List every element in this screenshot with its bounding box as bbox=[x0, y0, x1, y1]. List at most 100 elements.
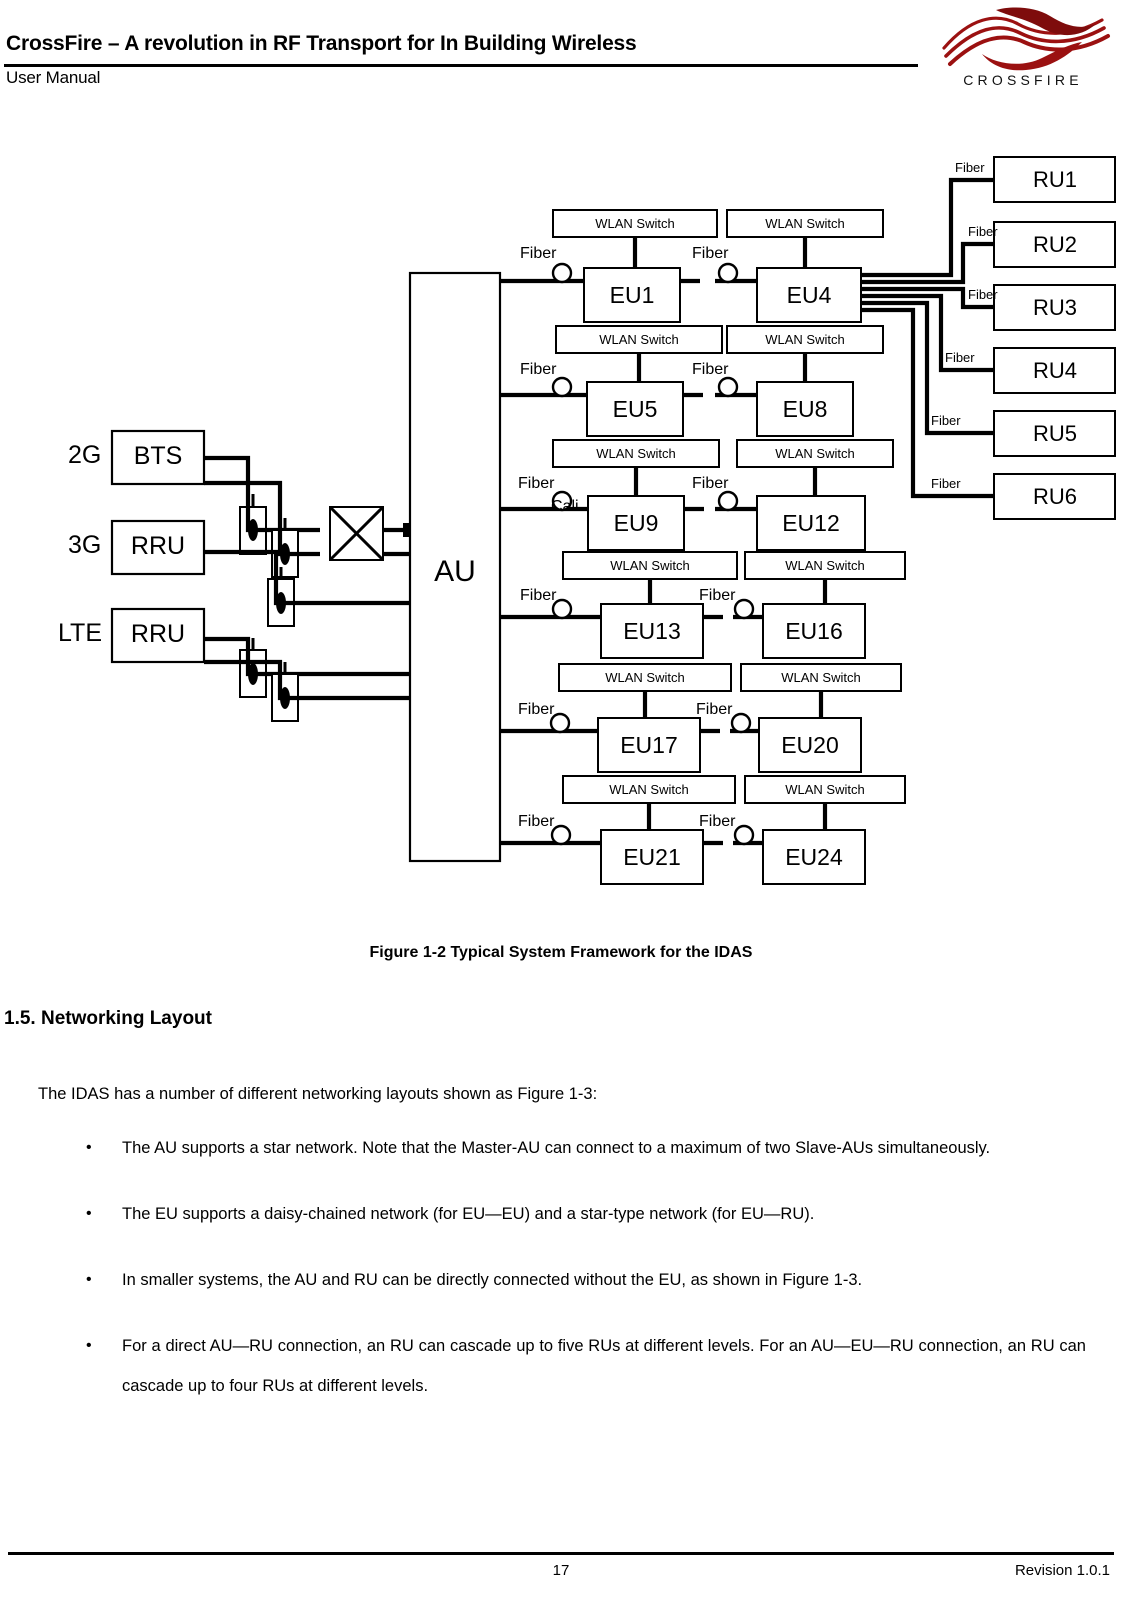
ru3-label: RU3 bbox=[1033, 295, 1077, 320]
logo-wordmark: CROSSFIRE bbox=[963, 72, 1083, 88]
wlan-switch-label: WLAN Switch bbox=[599, 332, 678, 347]
section-heading: 1.5. Networking Layout bbox=[4, 1008, 212, 1029]
page-number: 17 bbox=[552, 1562, 570, 1579]
list-item-text: The EU supports a daisy-chained network … bbox=[122, 1205, 815, 1223]
page-header: CrossFire – A revolution in RF Transport… bbox=[0, 0, 1122, 120]
fiber-label: Fiber bbox=[968, 287, 998, 302]
wlan-switch-label: WLAN Switch bbox=[595, 216, 674, 231]
footer-divider bbox=[8, 1552, 1114, 1555]
fiber-connector-icon bbox=[551, 598, 573, 620]
fiber-connector-icon bbox=[730, 712, 752, 734]
wlan-switch-label: WLAN Switch bbox=[765, 216, 844, 231]
diagram-canvas: .bx { fill:#ffffff; stroke:#000000; stro… bbox=[58, 156, 1116, 885]
fiber-label: Fiber bbox=[692, 245, 729, 262]
header-divider bbox=[4, 64, 918, 67]
bullet-marker-icon: • bbox=[86, 1205, 92, 1222]
ru5-label: RU5 bbox=[1033, 421, 1077, 446]
bullet-list: • The AU supports a star network. Note t… bbox=[86, 1128, 1086, 1432]
eu-row-5: WLAN Switch EU17 Fiber WLAN Switch EU20 … bbox=[500, 663, 902, 773]
fiber-label: Fiber bbox=[518, 813, 555, 830]
rru-3g-label: RRU bbox=[131, 532, 185, 560]
fiber-connector-icon bbox=[717, 262, 739, 284]
stray-text-artifact: Cali bbox=[551, 498, 579, 515]
eu-row-2: WLAN Switch EU5 Fiber WLAN Switch EU8 Fi… bbox=[500, 325, 884, 437]
fiber-connector-icon bbox=[717, 376, 739, 398]
fiber-connector-icon bbox=[733, 598, 755, 620]
fiber-label: Fiber bbox=[968, 224, 998, 239]
eu24-label: EU24 bbox=[785, 844, 843, 870]
wlan-switch-label: WLAN Switch bbox=[785, 782, 864, 797]
eu12-label: EU12 bbox=[782, 510, 840, 536]
ru4-label: RU4 bbox=[1033, 358, 1077, 383]
wlan-switch-label: WLAN Switch bbox=[785, 558, 864, 573]
wlan-switch-label: WLAN Switch bbox=[596, 446, 675, 461]
bullet-marker-icon: • bbox=[86, 1337, 92, 1354]
crossfire-logo: CROSSFIRE bbox=[930, 4, 1116, 100]
wlan-switch-label: WLAN Switch bbox=[775, 446, 854, 461]
eu4-label: EU4 bbox=[787, 282, 832, 308]
fiber-label: Fiber bbox=[692, 361, 729, 378]
source-tech-label-2g: 2G bbox=[68, 441, 101, 469]
ru2-label: RU2 bbox=[1033, 232, 1077, 257]
document-page: CrossFire – A revolution in RF Transport… bbox=[0, 0, 1122, 1608]
au-label: AU bbox=[434, 555, 476, 588]
fiber-label: Fiber bbox=[696, 701, 733, 718]
document-title: CrossFire – A revolution in RF Transport… bbox=[6, 32, 637, 55]
fiber-label: Fiber bbox=[518, 475, 555, 492]
eu20-label: EU20 bbox=[781, 732, 839, 758]
fiber-label: Fiber bbox=[520, 245, 557, 262]
fiber-connector-icon bbox=[550, 824, 572, 846]
list-item-text: In smaller systems, the AU and RU can be… bbox=[122, 1271, 863, 1289]
list-item: • In smaller systems, the AU and RU can … bbox=[86, 1260, 1086, 1300]
fiber-label: Fiber bbox=[955, 160, 985, 175]
eu13-label: EU13 bbox=[623, 618, 681, 644]
fiber-connector-icon bbox=[549, 712, 571, 734]
document-subtitle: User Manual bbox=[6, 68, 101, 87]
bullet-marker-icon: • bbox=[86, 1139, 92, 1156]
list-item: • The EU supports a daisy-chained networ… bbox=[86, 1194, 1086, 1234]
list-item-text: The AU supports a star network. Note tha… bbox=[122, 1139, 991, 1157]
eu-row-1: WLAN Switch EU1 Fiber WLAN Switch EU4 Fi… bbox=[500, 209, 884, 323]
eu21-label: EU21 bbox=[623, 844, 681, 870]
fiber-connector-icon bbox=[551, 376, 573, 398]
fiber-connector-icon bbox=[551, 262, 573, 284]
bullet-marker-icon: • bbox=[86, 1271, 92, 1288]
fiber-label: Fiber bbox=[692, 475, 729, 492]
eu17-label: EU17 bbox=[620, 732, 678, 758]
list-item-text: For a direct AU—RU connection, an RU can… bbox=[122, 1337, 1086, 1395]
eu-row-6: WLAN Switch EU21 Fiber WLAN Switch EU24 … bbox=[500, 775, 906, 885]
wlan-switch-label: WLAN Switch bbox=[605, 670, 684, 685]
intro-paragraph: The IDAS has a number of different netwo… bbox=[38, 1085, 598, 1103]
eu9-label: EU9 bbox=[614, 510, 659, 536]
eu16-label: EU16 bbox=[785, 618, 843, 644]
eu1-label: EU1 bbox=[610, 282, 655, 308]
fiber-connector-icon bbox=[733, 824, 755, 846]
ru1-label: RU1 bbox=[1033, 167, 1077, 192]
list-item: • The AU supports a star network. Note t… bbox=[86, 1128, 1086, 1168]
eu-row-4: WLAN Switch EU13 Fiber WLAN Switch EU16 … bbox=[500, 551, 906, 659]
crossfire-wave-logo-icon bbox=[942, 7, 1110, 71]
fiber-label: Fiber bbox=[699, 587, 736, 604]
fiber-label: Fiber bbox=[518, 701, 555, 718]
eu5-label: EU5 bbox=[613, 396, 658, 422]
fiber-label: Fiber bbox=[931, 413, 961, 428]
revision-label: Revision 1.0.1 bbox=[1014, 1562, 1110, 1579]
list-item: • For a direct AU—RU connection, an RU c… bbox=[86, 1326, 1086, 1406]
source-tech-label-lte: LTE bbox=[58, 619, 102, 647]
rru-lte-label: RRU bbox=[131, 620, 185, 648]
fiber-label: Fiber bbox=[520, 361, 557, 378]
wlan-switch-label: WLAN Switch bbox=[609, 782, 688, 797]
fiber-label: Fiber bbox=[699, 813, 736, 830]
wlan-switch-label: WLAN Switch bbox=[781, 670, 860, 685]
fiber-label: Fiber bbox=[945, 350, 975, 365]
figure-caption: Figure 1-2 Typical System Framework for … bbox=[369, 944, 753, 961]
source-tech-label-3g: 3G bbox=[68, 531, 101, 559]
wlan-switch-label: WLAN Switch bbox=[610, 558, 689, 573]
eu8-label: EU8 bbox=[783, 396, 828, 422]
system-framework-diagram: .bx { fill:#ffffff; stroke:#000000; stro… bbox=[0, 126, 1122, 916]
ru6-label: RU6 bbox=[1033, 484, 1077, 509]
fiber-connector-icon bbox=[717, 490, 739, 512]
eu-row-3: WLAN Switch EU9 Fiber Cali WLAN Switch E… bbox=[500, 439, 894, 551]
fiber-label: Fiber bbox=[931, 476, 961, 491]
bts-label: BTS bbox=[134, 442, 183, 470]
